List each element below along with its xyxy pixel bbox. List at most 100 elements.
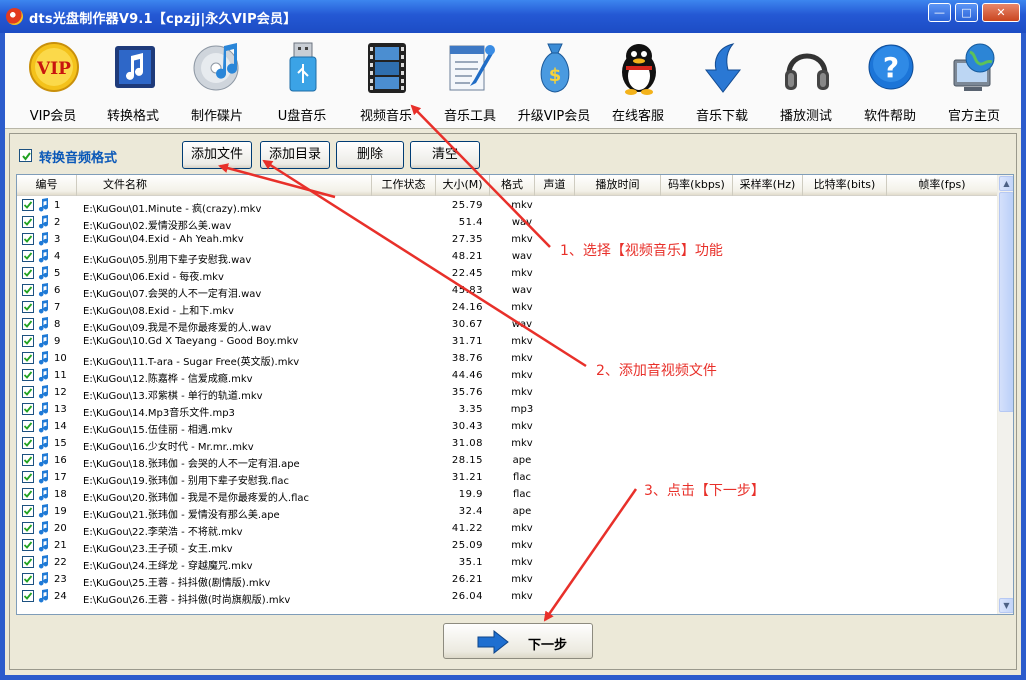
row-format: mkv bbox=[511, 353, 533, 364]
table-row[interactable]: 19 E:\KuGou\21.张玮伽 - 爱情没有那么美.ape 32.4 ape bbox=[17, 503, 997, 521]
close-button[interactable]: ✕ bbox=[982, 3, 1020, 22]
table-row[interactable]: 12 E:\KuGou\13.邓紫棋 - 单行的轨道.mkv 35.76 mkv bbox=[17, 384, 997, 402]
row-checkbox[interactable] bbox=[22, 250, 34, 262]
row-checkbox[interactable] bbox=[22, 216, 34, 228]
toolbar-make-disc[interactable]: 制作碟片 bbox=[175, 37, 259, 125]
table-row[interactable]: 1 E:\KuGou\01.Minute - 疯(crazy).mkv 25.79 m… bbox=[17, 197, 997, 215]
minimize-button[interactable]: — bbox=[928, 3, 951, 22]
add-file-button[interactable]: 添加文件 bbox=[182, 141, 252, 169]
table-row[interactable]: 11 E:\KuGou\12.陈嘉桦 - 信爱成瘾.mkv 44.46 mkv bbox=[17, 367, 997, 385]
row-checkbox[interactable] bbox=[22, 233, 34, 245]
file-list[interactable]: 编号 文件名称 工作状态 大小(M) 格式 声道 播放时间 码率(kbps) 采… bbox=[16, 174, 1014, 615]
row-checkbox[interactable] bbox=[22, 267, 34, 279]
row-checkbox[interactable] bbox=[22, 403, 34, 415]
toolbar-online-service[interactable]: 在线客服 bbox=[596, 37, 680, 125]
maximize-button[interactable]: □ bbox=[955, 3, 978, 22]
column-header[interactable]: 编号 bbox=[17, 175, 77, 196]
column-header[interactable]: 格式 bbox=[490, 175, 535, 196]
toolbar-official-site[interactable]: 官方主页 bbox=[932, 37, 1016, 125]
table-row[interactable]: 14 E:\KuGou\15.伍佳丽 - 相遇.mkv 30.43 mkv bbox=[17, 418, 997, 436]
toolbar-play-test[interactable]: 播放测试 bbox=[764, 37, 848, 125]
row-checkbox[interactable] bbox=[22, 318, 34, 330]
row-checkbox[interactable] bbox=[22, 522, 34, 534]
clear-button[interactable]: 清空 bbox=[410, 141, 480, 169]
row-checkbox[interactable] bbox=[22, 437, 34, 449]
row-checkbox[interactable] bbox=[22, 505, 34, 517]
row-checkbox[interactable] bbox=[22, 199, 34, 211]
row-size: 41.22 bbox=[451, 523, 483, 534]
table-row[interactable]: 20 E:\KuGou\22.李荣浩 - 不将就.mkv 41.22 mkv bbox=[17, 520, 997, 538]
table-row[interactable]: 16 E:\KuGou\18.张玮伽 - 会哭的人不一定有泪.ape 28.15 ap… bbox=[17, 452, 997, 470]
table-row[interactable]: 15 E:\KuGou\16.少女时代 - Mr.mr..mkv 31.08 mkv bbox=[17, 435, 997, 453]
row-format: mkv bbox=[511, 523, 533, 534]
delete-button[interactable]: 删除 bbox=[336, 141, 404, 169]
column-header[interactable]: 大小(M) bbox=[436, 175, 490, 196]
add-directory-button[interactable]: 添加目录 bbox=[260, 141, 330, 169]
toolbar-vip-member[interactable]: VIP VIP会员 bbox=[11, 37, 95, 125]
row-checkbox[interactable] bbox=[22, 590, 34, 602]
row-checkbox[interactable] bbox=[22, 335, 34, 347]
toolbar-convert-format[interactable]: 转换格式 bbox=[91, 37, 175, 125]
column-header[interactable]: 播放时间 bbox=[575, 175, 661, 196]
toolbar-video-music[interactable]: 视频音乐 bbox=[344, 37, 428, 125]
toolbar-upgrade-vip[interactable]: $ 升级VIP会员 bbox=[512, 37, 596, 125]
scroll-up-arrow-icon[interactable]: ▲ bbox=[999, 176, 1013, 191]
row-checkbox[interactable] bbox=[22, 539, 34, 551]
table-row[interactable]: 10 E:\KuGou\11.T-ara - Sugar Free(英文版).mk… bbox=[17, 350, 997, 368]
row-checkbox[interactable] bbox=[22, 301, 34, 313]
scroll-down-arrow-icon[interactable]: ▼ bbox=[999, 598, 1013, 613]
row-number: 11 bbox=[54, 370, 67, 381]
row-checkbox[interactable] bbox=[22, 471, 34, 483]
row-size: 24.16 bbox=[451, 302, 483, 313]
row-size: 48.21 bbox=[451, 251, 483, 262]
column-header[interactable]: 帧率(fps) bbox=[887, 175, 997, 196]
table-row[interactable]: 3 E:\KuGou\04.Exid - Ah Yeah.mkv 27.35 mkv bbox=[17, 231, 997, 248]
row-format: wav bbox=[511, 319, 533, 330]
column-header[interactable]: 采样率(Hz) bbox=[733, 175, 803, 196]
toolbar-music-download[interactable]: 音乐下载 bbox=[680, 37, 764, 125]
table-row[interactable]: 9 E:\KuGou\10.Gd X Taeyang - Good Boy.mkv… bbox=[17, 333, 997, 350]
row-number: 8 bbox=[54, 319, 61, 330]
next-step-button[interactable]: 下一步 bbox=[443, 623, 593, 659]
row-format: ape bbox=[512, 506, 532, 517]
table-row[interactable]: 6 E:\KuGou\07.会哭的人不一定有泪.wav 45.83 wav bbox=[17, 282, 997, 300]
row-checkbox[interactable] bbox=[22, 454, 34, 466]
table-row[interactable]: 17 E:\KuGou\19.张玮伽 - 别用下辈子安慰我.flac 31.21 fl… bbox=[17, 469, 997, 487]
row-size: 26.04 bbox=[451, 591, 483, 602]
convert-audio-checkbox[interactable] bbox=[19, 149, 32, 162]
vertical-scrollbar[interactable]: ▲ ▼ bbox=[997, 175, 1013, 614]
convert-audio-label[interactable]: 转换音频格式 bbox=[39, 147, 117, 166]
toolbar-usb-music[interactable]: U盘音乐 bbox=[260, 37, 344, 125]
toolbar-software-help[interactable]: ? 软件帮助 bbox=[848, 37, 932, 125]
row-checkbox[interactable] bbox=[22, 420, 34, 432]
table-row[interactable]: 13 E:\KuGou\14.Mp3音乐文件.mp3 3.35 mp3 bbox=[17, 401, 997, 419]
scroll-thumb[interactable] bbox=[999, 192, 1013, 412]
row-checkbox[interactable] bbox=[22, 573, 34, 585]
row-format: mkv bbox=[511, 302, 533, 313]
row-size: 35.76 bbox=[451, 387, 483, 398]
column-header[interactable]: 工作状态 bbox=[372, 175, 436, 196]
table-row[interactable]: 23 E:\KuGou\25.王蓉 - 抖抖傲(剧情版).mkv 26.21 mkv bbox=[17, 571, 997, 589]
table-row[interactable]: 21 E:\KuGou\23.王子硕 - 女王.mkv 25.09 mkv bbox=[17, 537, 997, 555]
toolbar-music-tools[interactable]: 音乐工具 bbox=[428, 37, 512, 125]
row-checkbox[interactable] bbox=[22, 369, 34, 381]
table-row[interactable]: 7 E:\KuGou\08.Exid - 上和下.mkv 24.16 mkv bbox=[17, 299, 997, 317]
row-checkbox[interactable] bbox=[22, 488, 34, 500]
row-checkbox[interactable] bbox=[22, 556, 34, 568]
table-row[interactable]: 8 E:\KuGou\09.我是不是你最疼爱的人.wav 30.67 wav bbox=[17, 316, 997, 334]
column-header[interactable]: 文件名称 bbox=[77, 175, 372, 196]
column-header[interactable]: 声道 bbox=[535, 175, 575, 196]
table-row[interactable]: 2 E:\KuGou\02.爱情没那么美.wav 51.4 wav bbox=[17, 214, 997, 232]
table-row[interactable]: 22 E:\KuGou\24.王绎龙 - 穿越魔咒.mkv 35.1 mkv bbox=[17, 554, 997, 572]
row-checkbox[interactable] bbox=[22, 352, 34, 364]
table-row[interactable]: 24 E:\KuGou\26.王蓉 - 抖抖傲(时尚旗舰版).mkv 26.04 mk… bbox=[17, 588, 997, 606]
row-number: 10 bbox=[54, 353, 67, 364]
table-row[interactable]: 4 E:\KuGou\05.别用下辈子安慰我.wav 48.21 wav bbox=[17, 248, 997, 266]
row-checkbox[interactable] bbox=[22, 386, 34, 398]
row-checkbox[interactable] bbox=[22, 284, 34, 296]
table-row[interactable]: 5 E:\KuGou\06.Exid - 每夜.mkv 22.45 mkv bbox=[17, 265, 997, 283]
table-row[interactable]: 18 E:\KuGou\20.张玮伽 - 我是不是你最疼爱的人.flac 19.9 f… bbox=[17, 486, 997, 504]
column-header[interactable]: 码率(kbps) bbox=[661, 175, 733, 196]
column-header[interactable]: 比特率(bits) bbox=[803, 175, 887, 196]
row-file-name: E:\KuGou\09.我是不是你最疼爱的人.wav bbox=[83, 323, 272, 334]
